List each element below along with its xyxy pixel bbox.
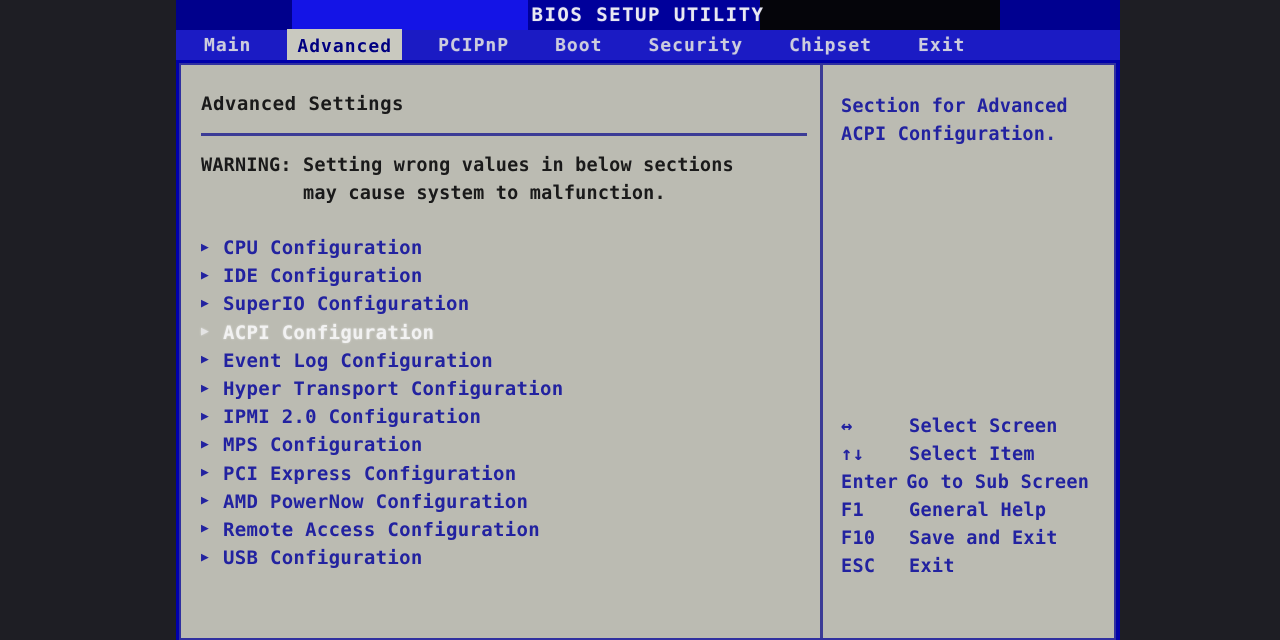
submenu-arrow-icon: ▶ bbox=[201, 493, 210, 509]
submenu-item-label: IDE Configuration bbox=[223, 265, 423, 288]
submenu-item-label: ACPI Configuration bbox=[223, 321, 435, 344]
submenu-item-ide-configuration[interactable]: ▶ IDE Configuration bbox=[201, 262, 820, 290]
submenu-arrow-icon: ▶ bbox=[201, 324, 210, 340]
help-panel: Section for Advanced ACPI Configuration.… bbox=[823, 65, 1114, 638]
key-legend: ↔ Select Screen ↑↓ Select Item Enter Go to Su… bbox=[841, 415, 1111, 585]
key-hint-row: ↑↓ Select Item bbox=[841, 443, 1111, 471]
window-title: BIOS SETUP UTILITY bbox=[531, 4, 765, 26]
tab-chipset[interactable]: Chipset bbox=[779, 31, 882, 60]
main-menu-bar: Main Advanced PCIPnP Boot Security Chipset Exi… bbox=[176, 29, 1120, 63]
submenu-item-label: USB Configuration bbox=[223, 547, 423, 570]
key-action-label: Save and Exit bbox=[909, 528, 1058, 550]
key-action-label: Select Item bbox=[909, 444, 1035, 466]
key-hint-row: Enter Go to Sub Screen bbox=[841, 472, 1111, 500]
key-hint-row: F10 Save and Exit bbox=[841, 528, 1111, 556]
submenu-item-acpi-configuration[interactable]: ▶ ACPI Configuration bbox=[201, 319, 820, 347]
submenu-item-label: AMD PowerNow Configuration bbox=[223, 490, 529, 513]
window-body: Advanced Settings WARNING: Setting wrong… bbox=[181, 65, 1114, 638]
window-body-frame: Advanced Settings WARNING: Setting wrong… bbox=[176, 60, 1120, 640]
key-name: F10 bbox=[841, 528, 876, 550]
page-title: Advanced Settings bbox=[201, 93, 404, 115]
tab-security[interactable]: Security bbox=[638, 31, 753, 60]
submenu-item-superio-configuration[interactable]: ▶ SuperIO Configuration bbox=[201, 290, 820, 318]
key-name: ESC bbox=[841, 556, 876, 578]
submenu-item-label: SuperIO Configuration bbox=[223, 293, 470, 316]
key-action-label: General Help bbox=[909, 499, 1047, 521]
settings-panel: Advanced Settings WARNING: Setting wrong… bbox=[181, 65, 820, 638]
key-hint-row: F1 General Help bbox=[841, 500, 1111, 528]
submenu-item-usb-configuration[interactable]: ▶ USB Configuration bbox=[201, 544, 820, 572]
submenu-item-cpu-configuration[interactable]: ▶ CPU Configuration bbox=[201, 234, 820, 262]
submenu-item-remote-access-configuration[interactable]: ▶ Remote Access Configuration bbox=[201, 516, 820, 544]
submenu-arrow-icon: ▶ bbox=[201, 352, 210, 368]
submenu-list: ▶ CPU Configuration ▶ IDE Configuration ▶ Sup… bbox=[201, 234, 820, 572]
title-bar: BIOS SETUP UTILITY bbox=[176, 0, 1120, 30]
key-name: Enter bbox=[841, 471, 899, 493]
submenu-item-label: CPU Configuration bbox=[223, 237, 423, 260]
submenu-arrow-icon: ▶ bbox=[201, 465, 210, 481]
left-right-arrow-icon: ↔ bbox=[841, 415, 853, 437]
screen-background: BIOS SETUP UTILITY Main Advanced PCIPnP Boo… bbox=[0, 0, 1280, 640]
tab-pcipnp[interactable]: PCIPnP bbox=[428, 31, 519, 60]
submenu-arrow-icon: ▶ bbox=[201, 436, 210, 452]
submenu-item-mps-configuration[interactable]: ▶ MPS Configuration bbox=[201, 431, 820, 459]
submenu-arrow-icon: ▶ bbox=[201, 549, 210, 565]
key-action-label: Exit bbox=[909, 556, 955, 578]
submenu-item-event-log-configuration[interactable]: ▶ Event Log Configuration bbox=[201, 347, 820, 375]
submenu-item-hyper-transport-configuration[interactable]: ▶ Hyper Transport Configuration bbox=[201, 375, 820, 403]
submenu-item-pci-express-configuration[interactable]: ▶ PCI Express Configuration bbox=[201, 460, 820, 488]
tab-exit[interactable]: Exit bbox=[908, 31, 975, 60]
tab-main[interactable]: Main bbox=[194, 31, 261, 60]
bios-setup-window: BIOS SETUP UTILITY Main Advanced PCIPnP Boo… bbox=[176, 0, 1120, 640]
title-divider bbox=[201, 133, 807, 136]
submenu-arrow-icon: ▶ bbox=[201, 521, 210, 537]
key-action-label: Go to Sub Screen bbox=[906, 471, 1090, 493]
key-name: F1 bbox=[841, 499, 864, 521]
submenu-item-ipmi-2-0-configuration[interactable]: ▶ IPMI 2.0 Configuration bbox=[201, 403, 820, 431]
submenu-item-label: PCI Express Configuration bbox=[223, 462, 517, 485]
key-hint-row: ↔ Select Screen bbox=[841, 415, 1111, 443]
key-hint-row: ESC Exit bbox=[841, 556, 1111, 584]
submenu-arrow-icon: ▶ bbox=[201, 380, 210, 396]
submenu-arrow-icon: ▶ bbox=[201, 239, 210, 255]
tab-advanced[interactable]: Advanced bbox=[287, 29, 403, 63]
key-action-label: Select Screen bbox=[909, 416, 1058, 437]
warning-text: WARNING: Setting wrong values in below s… bbox=[201, 155, 734, 204]
up-down-arrow-icon: ↑↓ bbox=[841, 443, 865, 466]
submenu-arrow-icon: ▶ bbox=[201, 408, 210, 424]
submenu-item-label: MPS Configuration bbox=[223, 434, 423, 457]
submenu-item-label: Event Log Configuration bbox=[223, 349, 493, 372]
submenu-arrow-icon: ▶ bbox=[201, 267, 210, 283]
submenu-item-label: Hyper Transport Configuration bbox=[223, 378, 564, 401]
submenu-item-label: Remote Access Configuration bbox=[223, 518, 540, 541]
submenu-arrow-icon: ▶ bbox=[201, 295, 210, 311]
context-help-text: Section for Advanced ACPI Configuration. bbox=[841, 96, 1068, 145]
submenu-item-label: IPMI 2.0 Configuration bbox=[223, 406, 482, 429]
tab-boot[interactable]: Boot bbox=[545, 31, 612, 60]
window-body-border: Advanced Settings WARNING: Setting wrong… bbox=[179, 63, 1116, 640]
submenu-item-amd-powernow-configuration[interactable]: ▶ AMD PowerNow Configuration bbox=[201, 488, 820, 516]
